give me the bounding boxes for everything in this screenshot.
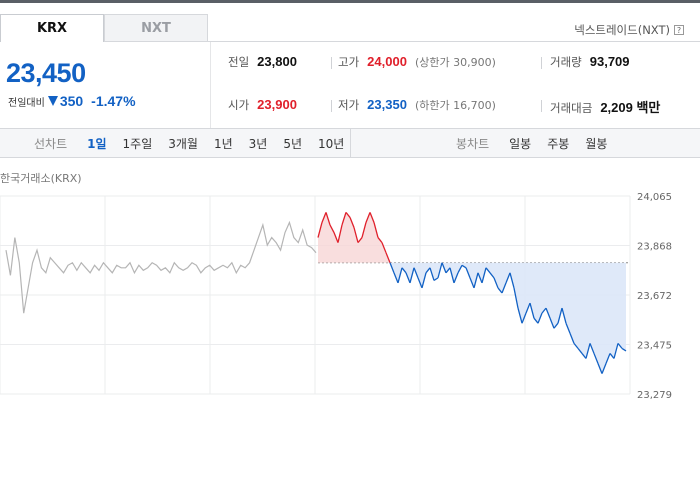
controls-divider: [350, 129, 351, 157]
period-3y-button[interactable]: 3년: [241, 135, 276, 152]
stat-volume: 거래량 93,709: [550, 54, 630, 70]
separator: [331, 100, 332, 112]
prev-close-label: 전일: [228, 55, 250, 69]
y-tick-label: 23,279: [637, 390, 672, 400]
below-reference-fill: [318, 262, 626, 374]
period-3m-button[interactable]: 3개월: [160, 135, 206, 152]
separator: [541, 57, 542, 69]
period-1y-button[interactable]: 1년: [206, 135, 241, 152]
y-tick-label: 23,475: [637, 341, 672, 352]
intraday-price-chart: 24,065 23,868 23,672 23,475 23,279: [0, 192, 672, 400]
prev-close-value: 23,800: [257, 54, 297, 69]
period-1d-button[interactable]: 1일: [79, 135, 114, 152]
current-price: 23,450: [6, 58, 86, 88]
chart-controls: 선차트 1일 1주일 3개월 1년 3년 5년 10년 봉차트 일봉 주봉 월봉: [0, 128, 700, 158]
chart-title: 한국거래소(KRX): [0, 172, 82, 185]
monthly-candle-button[interactable]: 월봉: [577, 135, 615, 152]
line-chart-periods: 선차트 1일 1주일 3개월 1년 3년 5년 10년: [34, 129, 352, 157]
nxt-info-link[interactable]: 넥스트레이드(NXT) ?: [574, 22, 684, 38]
change-label: 전일대비: [8, 97, 45, 109]
price-change: 전일대비 350 -1.47%: [8, 93, 136, 109]
candle-chart-label: 봉차트: [456, 136, 490, 151]
pre-market-series-line: [5, 220, 317, 314]
period-5y-button[interactable]: 5년: [275, 135, 310, 152]
change-percent: -1.47%: [91, 93, 136, 109]
open-value: 23,900: [257, 97, 297, 112]
stat-prev-close: 전일 23,800: [228, 54, 297, 70]
lower-limit: (하한가 16,700): [414, 99, 496, 112]
daily-candle-button[interactable]: 일봉: [501, 135, 539, 152]
stat-amount: 거래대금 2,209 백만: [550, 97, 660, 116]
candle-chart-periods: 봉차트 일봉 주봉 월봉: [456, 129, 615, 157]
volume-label: 거래량: [550, 55, 582, 69]
y-tick-label: 23,672: [637, 291, 672, 302]
stat-open: 시가 23,900: [228, 97, 297, 113]
high-value: 24,000: [367, 54, 407, 69]
nxt-link-label: 넥스트레이드(NXT): [574, 23, 670, 37]
line-chart-label: 선차트: [34, 136, 68, 151]
stat-high: 고가 24,000 (상한가 30,900): [338, 54, 496, 70]
upper-limit: (상한가 30,900): [414, 56, 496, 69]
stats-panel: 전일 23,800 고가 24,000 (상한가 30,900) 거래량 93,…: [210, 42, 700, 128]
amount-value: 2,209 백만: [600, 100, 661, 115]
tab-nxt[interactable]: NXT: [104, 14, 208, 42]
volume-value: 93,709: [589, 54, 630, 69]
y-tick-label: 23,868: [637, 242, 672, 253]
tab-krx[interactable]: KRX: [0, 14, 104, 42]
separator: [541, 100, 542, 112]
above-reference-fill: [318, 212, 626, 263]
amount-label: 거래대금: [550, 101, 593, 115]
separator: [331, 57, 332, 69]
y-tick-label: 24,065: [637, 192, 672, 203]
help-icon[interactable]: ?: [674, 25, 684, 35]
period-10y-button[interactable]: 10년: [310, 135, 352, 152]
low-value: 23,350: [367, 97, 407, 112]
top-border: [0, 0, 700, 3]
weekly-candle-button[interactable]: 주봉: [539, 135, 577, 152]
period-1w-button[interactable]: 1주일: [115, 135, 161, 152]
down-arrow-icon: [47, 96, 58, 106]
stat-low: 저가 23,350 (하한가 16,700): [338, 97, 496, 113]
change-amount: 350: [59, 93, 84, 109]
high-label: 고가: [338, 55, 360, 69]
low-label: 저가: [338, 98, 360, 112]
open-label: 시가: [228, 98, 250, 112]
